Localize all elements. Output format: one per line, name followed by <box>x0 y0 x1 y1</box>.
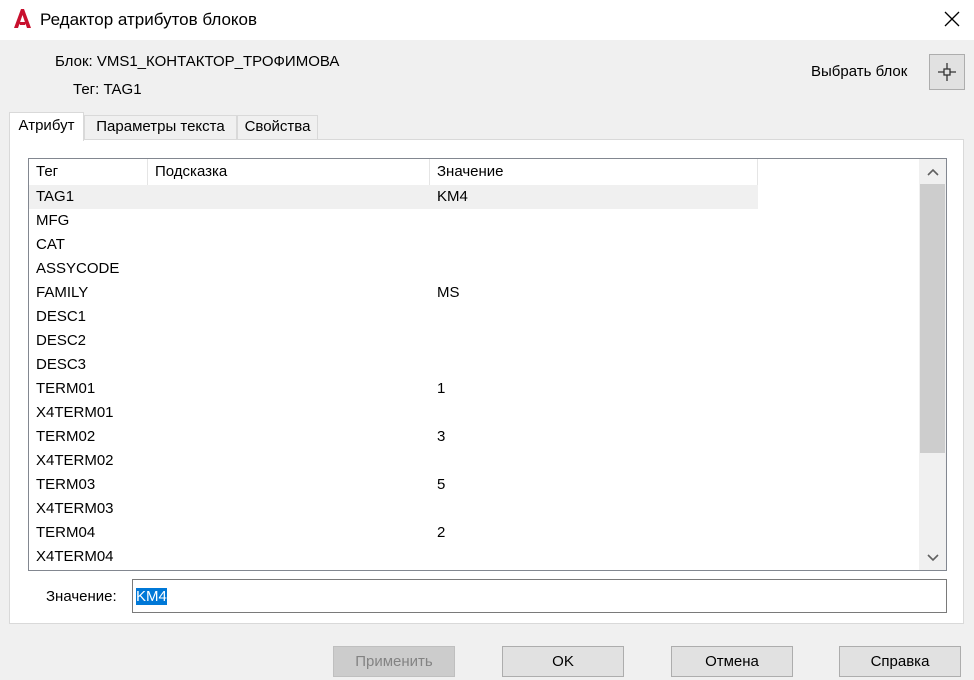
table-row[interactable]: DESC1 <box>29 305 758 329</box>
row-prompt-cell <box>148 377 430 401</box>
grid-header: Тег Подсказка Значение <box>29 159 758 185</box>
ok-button[interactable]: OK <box>502 646 624 677</box>
crosshair-pick-icon <box>938 63 956 81</box>
vertical-scrollbar[interactable] <box>919 159 946 570</box>
row-value-cell <box>430 545 758 569</box>
value-input[interactable]: KM4 <box>132 579 947 613</box>
row-prompt-cell <box>148 521 430 545</box>
apply-button[interactable]: Применить <box>333 646 455 677</box>
scrollbar-thumb[interactable] <box>920 184 945 453</box>
row-tag-cell: DESC1 <box>36 308 87 325</box>
row-value-cell <box>430 233 758 257</box>
row-tag-cell: X4TERM04 <box>36 548 114 565</box>
row-tag-cell: X4TERM02 <box>36 452 114 469</box>
column-header-prompt[interactable]: Подсказка <box>148 159 430 185</box>
row-value-cell <box>430 497 758 521</box>
row-prompt-cell <box>148 353 430 377</box>
table-row[interactable]: TERM04 2 <box>29 521 758 545</box>
scroll-up-button[interactable] <box>919 159 946 184</box>
table-row[interactable]: MFG <box>29 209 758 233</box>
row-prompt-cell <box>148 473 430 497</box>
row-prompt-cell <box>148 497 430 521</box>
tab-attribute[interactable]: Атрибут <box>9 112 84 141</box>
scroll-down-button[interactable] <box>919 545 946 570</box>
row-tag-cell: TERM04 <box>36 524 96 541</box>
row-value-cell: KM4 <box>437 188 468 205</box>
table-row[interactable]: TERM01 1 <box>29 377 758 401</box>
tab-properties[interactable]: Свойства <box>237 115 318 140</box>
tab-text-options[interactable]: Параметры текста <box>84 115 237 140</box>
row-value-cell <box>430 329 758 353</box>
row-tag-cell: X4TERM01 <box>36 404 114 421</box>
table-row[interactable]: X4TERM04 <box>29 545 758 569</box>
close-icon <box>944 11 960 27</box>
row-prompt-cell <box>148 233 430 257</box>
value-input-selected-text: KM4 <box>136 587 167 605</box>
table-row[interactable]: X4TERM01 <box>29 401 758 425</box>
row-tag-cell: TERM01 <box>36 380 96 397</box>
attribute-tab-panel: Тег Подсказка Значение TAG1 KM4 MFG CAT ASSY… <box>9 139 964 624</box>
value-label: Значение: <box>46 588 117 605</box>
table-row[interactable]: DESC3 <box>29 353 758 377</box>
row-prompt-cell <box>148 305 430 329</box>
help-button[interactable]: Справка <box>839 646 961 677</box>
table-row[interactable]: TERM03 5 <box>29 473 758 497</box>
cancel-button[interactable]: Отмена <box>671 646 793 677</box>
close-button[interactable] <box>930 0 974 38</box>
block-name-label: Блок: VMS1_КОНТАКТОР_ТРОФИМОВА <box>55 53 340 70</box>
table-row[interactable]: FAMILY MS <box>29 281 758 305</box>
row-prompt-cell <box>148 281 430 305</box>
row-tag-cell: FAMILY <box>36 284 89 301</box>
window-title: Редактор атрибутов блоков <box>40 10 258 29</box>
row-prompt-cell <box>148 449 430 473</box>
table-row[interactable]: CAT <box>29 233 758 257</box>
row-value-cell: 3 <box>437 428 446 445</box>
row-value-cell <box>430 401 758 425</box>
table-row[interactable]: TAG1 KM4 <box>29 185 758 209</box>
row-prompt-cell <box>148 545 430 569</box>
chevron-down-icon <box>926 553 939 561</box>
row-value-cell <box>430 353 758 377</box>
row-tag-cell: DESC2 <box>36 332 87 349</box>
row-prompt-cell <box>148 209 430 233</box>
row-tag-cell: ASSYCODE <box>36 260 120 277</box>
select-block-label: Выбрать блок <box>811 63 908 80</box>
row-prompt-cell <box>148 401 430 425</box>
table-row[interactable]: DESC2 <box>29 329 758 353</box>
select-block-button[interactable] <box>929 54 965 90</box>
row-value-cell <box>430 257 758 281</box>
row-value-cell: 5 <box>437 476 446 493</box>
column-header-tag[interactable]: Тег <box>29 159 148 185</box>
chevron-up-icon <box>926 168 939 176</box>
title-bar: Редактор атрибутов блоков <box>0 0 974 40</box>
row-value-cell <box>430 305 758 329</box>
table-row[interactable]: ASSYCODE <box>29 257 758 281</box>
row-prompt-cell <box>148 425 430 449</box>
tag-name-label: Тег: TAG1 <box>73 81 142 98</box>
autocad-a-icon <box>14 9 31 28</box>
row-tag-cell: DESC3 <box>36 356 87 373</box>
table-row[interactable]: X4TERM02 <box>29 449 758 473</box>
row-tag-cell: MFG <box>36 212 70 229</box>
column-header-value[interactable]: Значение <box>430 159 758 185</box>
row-tag-cell: TERM02 <box>36 428 96 445</box>
row-prompt-cell <box>148 257 430 281</box>
attribute-grid[interactable]: Тег Подсказка Значение TAG1 KM4 MFG CAT ASSY… <box>28 158 947 571</box>
grid-rows: TAG1 KM4 MFG CAT ASSYCODE FAMILY MS DESC1 DESC2 D… <box>29 185 919 569</box>
row-tag-cell: CAT <box>36 236 65 253</box>
row-value-cell: MS <box>437 284 460 301</box>
row-value-cell <box>430 449 758 473</box>
row-tag-cell: TAG1 <box>36 188 75 205</box>
table-row[interactable]: TERM02 3 <box>29 425 758 449</box>
row-value-cell: 1 <box>437 380 446 397</box>
row-value-cell: 2 <box>437 524 446 541</box>
table-row[interactable]: X4TERM03 <box>29 497 758 521</box>
row-prompt-cell <box>148 185 430 209</box>
row-prompt-cell <box>148 329 430 353</box>
row-tag-cell: TERM03 <box>36 476 96 493</box>
row-value-cell <box>430 209 758 233</box>
row-tag-cell: X4TERM03 <box>36 500 114 517</box>
